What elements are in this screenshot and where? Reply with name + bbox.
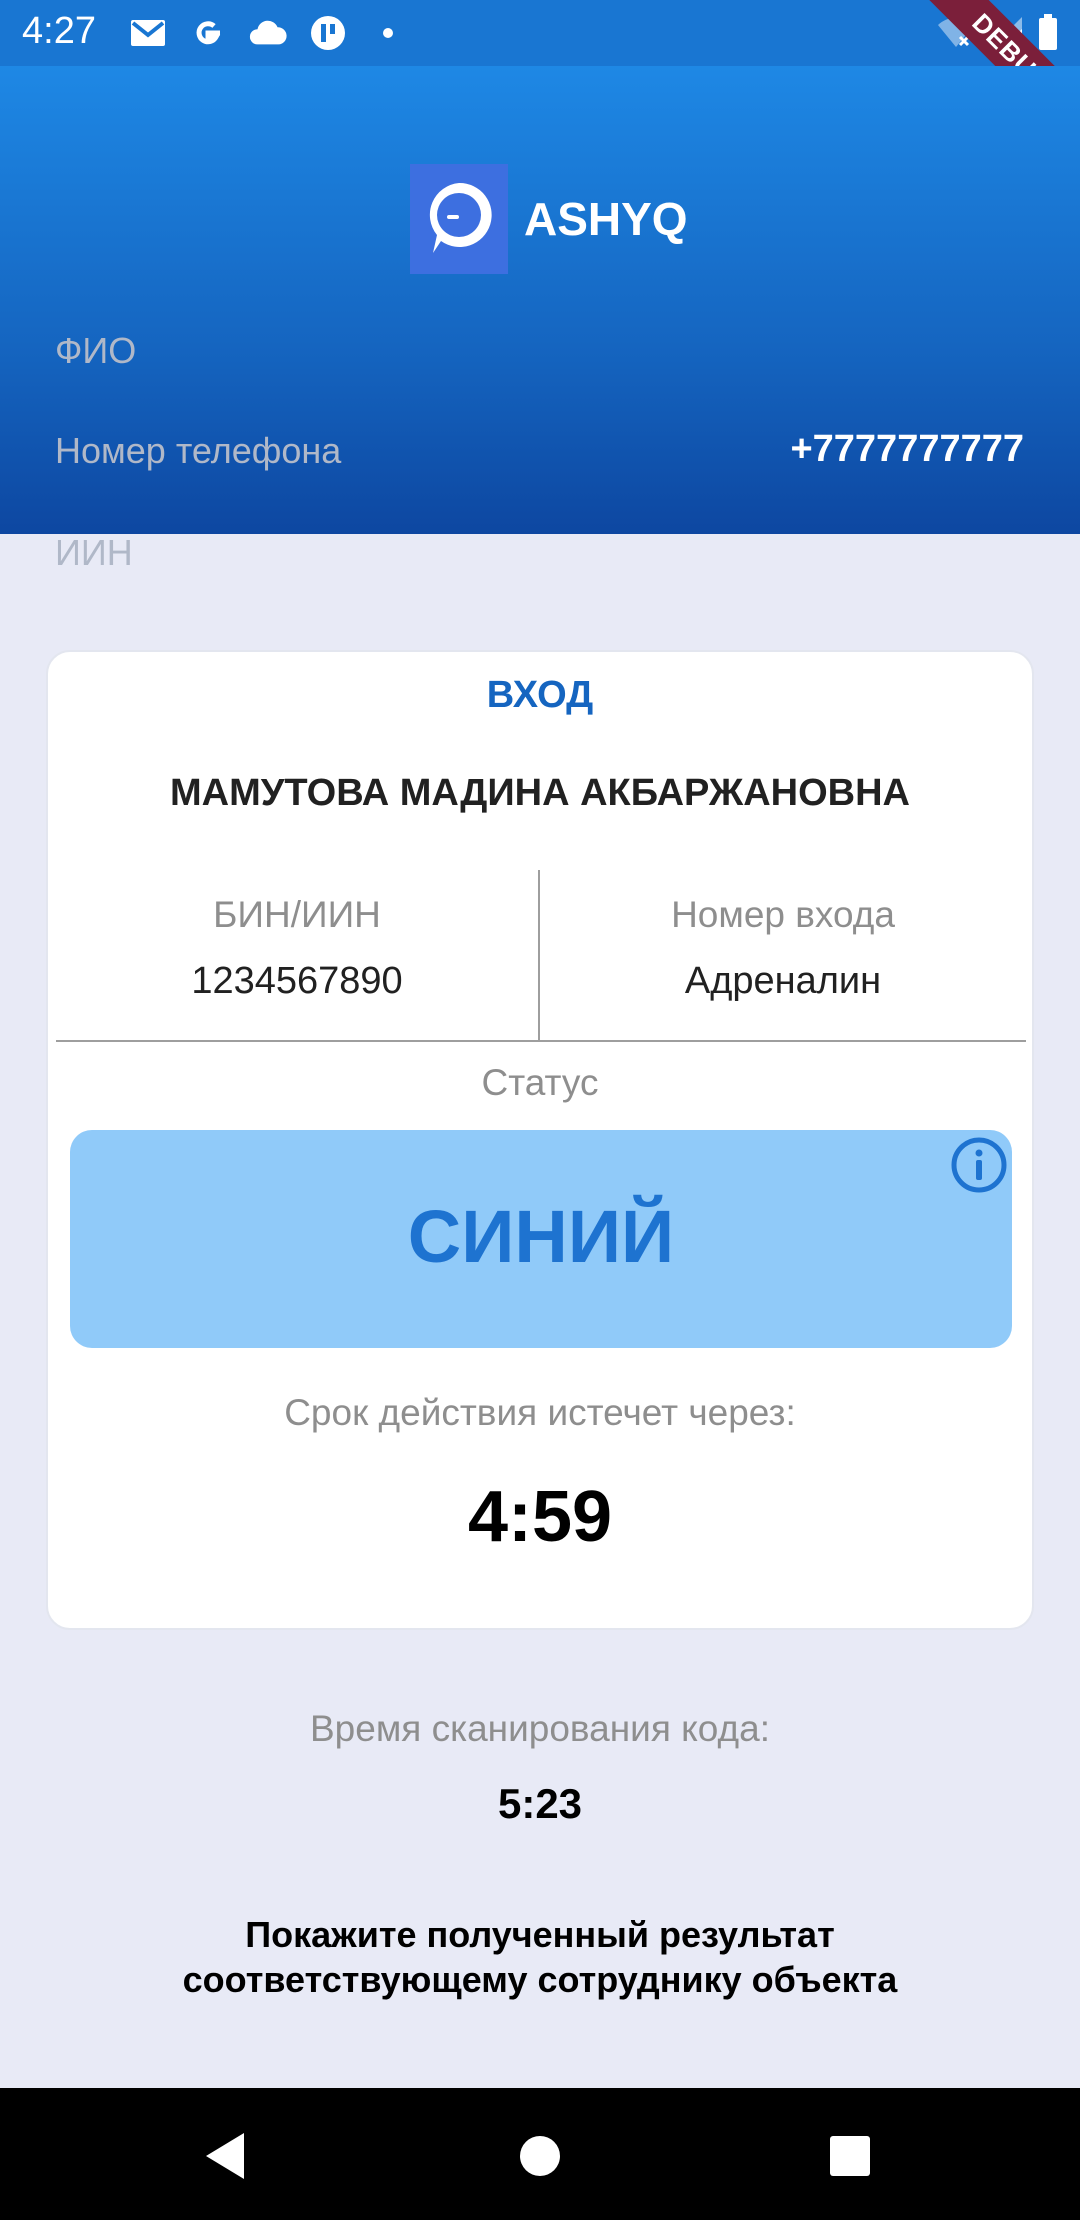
cloud-icon	[248, 14, 288, 52]
app-icon	[308, 14, 348, 52]
phone-value: +7777777777	[790, 428, 1024, 470]
profile-header: ASHYQ ФИО Номер телефона +7777777777	[0, 66, 1080, 534]
system-nav-bar	[0, 2088, 1080, 2220]
info-icon[interactable]	[950, 1136, 1008, 1194]
notice-line-2: соответствующему сотруднику объекта	[182, 1959, 898, 2000]
scan-time-value: 5:23	[497, 1780, 583, 1827]
back-icon[interactable]	[196, 2126, 256, 2186]
google-icon	[188, 14, 228, 52]
entry-card: ВХОД МАМУТОВА МАДИНА АКБАРЖАНОВНА БИН/ИИ…	[46, 650, 1034, 1630]
expire-label: Срок действия истечет через:	[284, 1392, 796, 1433]
status-bar: 4:27 DEBUG	[0, 0, 1080, 160]
dot-icon	[368, 14, 408, 52]
phone-label: Номер телефона	[55, 430, 342, 471]
app-name: ASHYQ	[524, 193, 688, 245]
status-time: 4:27	[22, 10, 96, 52]
gmail-icon	[128, 14, 168, 52]
status-label: Статус	[481, 1062, 599, 1103]
recents-icon[interactable]	[820, 2126, 880, 2186]
entry-label: Номер входа	[671, 894, 895, 935]
app-logo: ASHYQ	[410, 164, 688, 274]
fio-label: ФИО	[55, 330, 137, 371]
battery-icon	[1038, 14, 1058, 55]
notification-icons	[128, 14, 408, 52]
status-value: СИНИЙ	[407, 1195, 675, 1278]
card-title: ВХОД	[486, 674, 594, 716]
expire-timer: 4:59	[467, 1477, 613, 1557]
entry-value: Адреналин	[684, 960, 882, 1002]
status-badge: СИНИЙ	[70, 1130, 1012, 1348]
bin-value: 1234567890	[191, 960, 403, 1002]
scan-time-label: Время сканирования кода:	[310, 1708, 770, 1749]
details-grid: БИН/ИИН 1234567890 Номер входа Адреналин	[56, 870, 1026, 1042]
bin-cell: БИН/ИИН 1234567890	[56, 870, 538, 1040]
bin-label: БИН/ИИН	[213, 894, 381, 935]
notice-line-1: Покажите полученный результат	[245, 1914, 835, 1955]
entry-cell: Номер входа Адреналин	[540, 870, 1026, 1040]
home-icon[interactable]	[510, 2126, 570, 2186]
person-name: МАМУТОВА МАДИНА АКБАРЖАНОВНА	[170, 772, 910, 814]
chat-bubble-logo-icon	[410, 164, 508, 274]
notice-text: Покажите полученный результат соответств…	[0, 1912, 1080, 2002]
iin-label: ИИН	[55, 532, 133, 573]
